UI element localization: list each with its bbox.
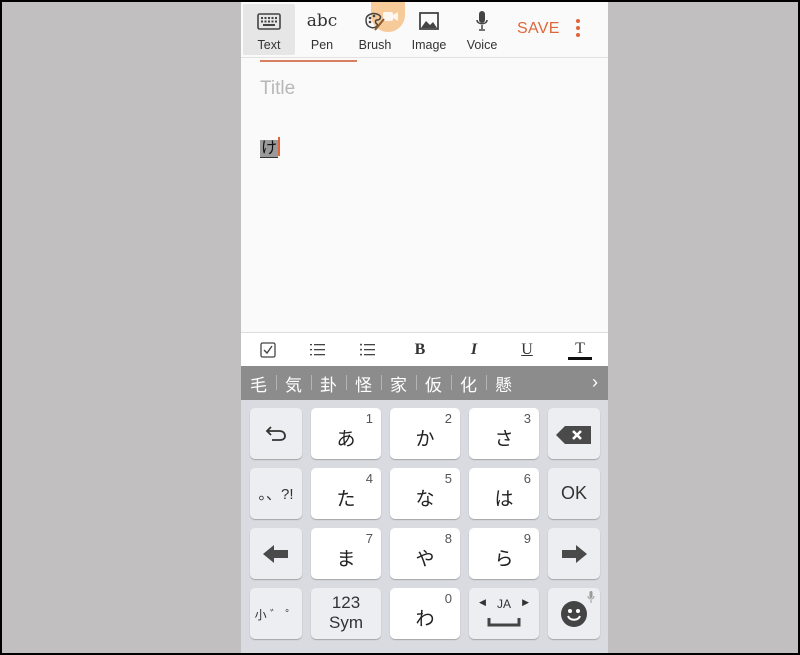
language-right-icon: ▶ — [522, 597, 529, 607]
text-color-button[interactable]: T — [568, 340, 592, 360]
cursor-right-key[interactable] — [548, 528, 600, 579]
candidate-item[interactable]: 卦 — [311, 371, 346, 396]
underline-button[interactable]: U — [515, 340, 539, 360]
tool-text[interactable]: Text — [243, 4, 295, 55]
format-toolbar: B I U T — [241, 332, 608, 367]
kana-key-sa[interactable]: さ 3 — [469, 408, 539, 459]
more-options-button[interactable] — [575, 19, 581, 39]
backspace-key[interactable] — [548, 408, 600, 459]
candidate-item[interactable]: 毛 — [241, 371, 276, 396]
small-dakuten-key[interactable]: 小 ゛ ゜ — [250, 588, 302, 639]
undo-icon — [265, 426, 286, 441]
body-field[interactable]: け — [260, 134, 281, 158]
kana-key-na[interactable]: な 5 — [390, 468, 460, 519]
text-cursor — [278, 137, 281, 156]
note-toolbar: Text abc Pen Brush Image Voice SAVE — [241, 2, 608, 58]
tool-voice[interactable]: Voice — [456, 4, 508, 55]
cursor-left-key[interactable] — [250, 528, 302, 579]
kana-key-wa[interactable]: わ 0 — [390, 588, 460, 639]
kana-key-ra[interactable]: ら 9 — [469, 528, 539, 579]
tool-voice-label: Voice — [466, 38, 498, 52]
arrow-left-icon — [263, 545, 288, 563]
space-bar-icon — [487, 618, 521, 627]
chevron-right-icon[interactable]: › — [592, 372, 598, 393]
candidate-item[interactable]: 懸 — [486, 371, 521, 396]
save-button[interactable]: SAVE — [517, 20, 560, 38]
candidate-bar: 毛 気 卦 怪 家 仮 化 懸 › — [241, 366, 608, 400]
candidate-item[interactable]: 化 — [451, 371, 486, 396]
palette-icon — [365, 12, 385, 31]
emoji-key[interactable] — [548, 588, 600, 639]
kana-key-ta[interactable]: た 4 — [311, 468, 381, 519]
keyboard-icon — [257, 12, 281, 30]
phone-screen: Text abc Pen Brush Image Voice SAVE Titl… — [241, 2, 608, 653]
title-field[interactable]: Title — [260, 78, 295, 100]
punctuation-key[interactable]: 。、?! — [250, 468, 302, 519]
tool-pen[interactable]: abc Pen — [296, 4, 348, 55]
italic-button[interactable]: I — [462, 340, 486, 360]
emoji-icon — [561, 601, 587, 627]
composing-text: け — [260, 140, 279, 158]
abc-handwriting-icon: abc — [306, 11, 338, 31]
backspace-icon — [556, 426, 591, 444]
kana-key-a[interactable]: あ 1 — [311, 408, 381, 459]
tool-text-label: Text — [257, 38, 281, 52]
candidate-item[interactable]: 気 — [276, 371, 311, 396]
kana-key-ha[interactable]: は 6 — [469, 468, 539, 519]
kana-key-ya[interactable]: や 8 — [390, 528, 460, 579]
kana-key-ka[interactable]: か 2 — [390, 408, 460, 459]
image-icon — [419, 12, 439, 30]
numbered-list-button[interactable] — [306, 340, 330, 360]
tool-brush-label: Brush — [358, 38, 392, 52]
kana-key-ma[interactable]: ま 7 — [311, 528, 381, 579]
japanese-keyboard: あ 1 か 2 さ 3 。、?! た 4 な 5 は 6 OK ま 7 や 8 … — [241, 400, 608, 653]
candidate-item[interactable]: 怪 — [346, 371, 381, 396]
arrow-right-icon — [562, 545, 587, 563]
bulleted-list-icon — [360, 343, 375, 356]
checkbox-button[interactable] — [256, 340, 280, 360]
candidate-item[interactable]: 仮 — [416, 371, 451, 396]
active-tool-indicator — [260, 60, 357, 62]
more-vertical-icon — [575, 19, 581, 37]
tool-pen-label: Pen — [310, 38, 334, 52]
undo-key[interactable] — [250, 408, 302, 459]
numbered-list-icon — [310, 344, 325, 356]
ok-key[interactable]: OK — [548, 468, 600, 519]
microphone-icon — [476, 11, 488, 31]
candidate-item[interactable]: 家 — [381, 371, 416, 396]
tool-image[interactable]: Image — [403, 4, 455, 55]
symbols-key[interactable]: 123 Sym — [311, 588, 381, 639]
bold-button[interactable]: B — [408, 340, 432, 360]
tool-brush[interactable]: Brush — [349, 4, 401, 55]
space-language-key[interactable]: ◀ JA ▶ — [469, 588, 539, 639]
tool-image-label: Image — [411, 38, 447, 52]
bulleted-list-button[interactable] — [356, 340, 380, 360]
checkbox-icon — [260, 342, 276, 358]
